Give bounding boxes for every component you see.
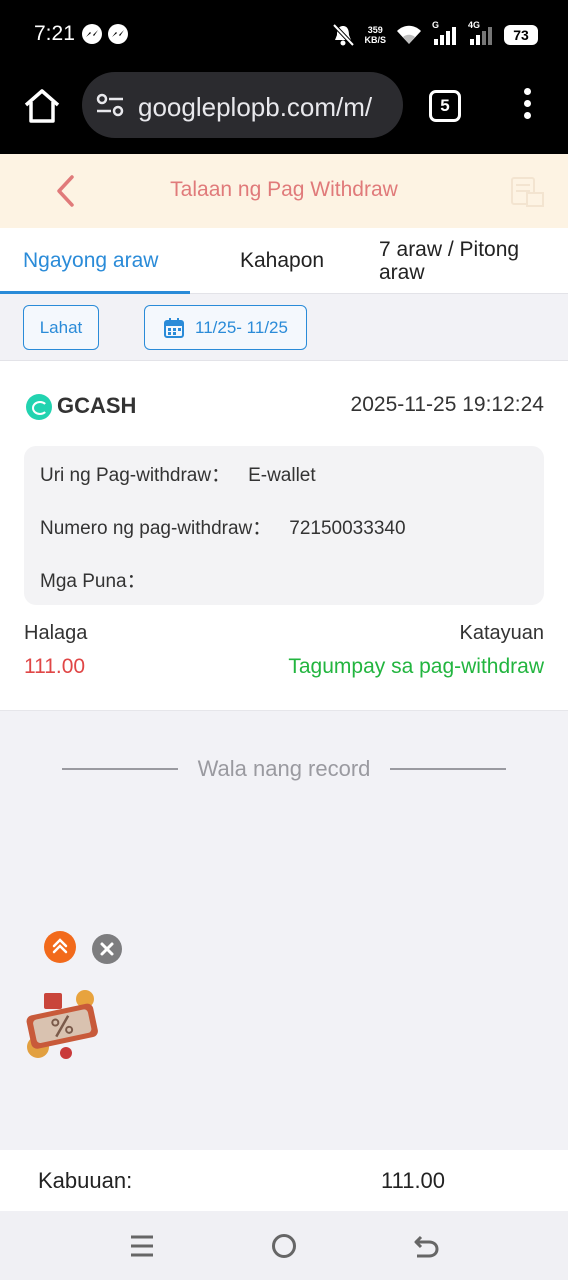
withdraw-number-label: Numero ng pag-withdraw： <box>40 518 272 539</box>
divider <box>390 768 506 770</box>
total-bar: Kabuuan: 111.00 <box>0 1150 568 1211</box>
status-bar: 7:21 359 KB/S G 4G 73 <box>0 0 568 70</box>
browser-toolbar: googleplopb.com/m/ 5 <box>0 70 568 154</box>
signal-1: G <box>432 20 458 46</box>
date-tabs: Ngayong araw Kahapon 7 araw / Pitong ara… <box>0 228 568 294</box>
amount-label: Halaga <box>24 622 88 644</box>
withdraw-type-label: Uri ng Pag-withdraw： <box>40 465 231 486</box>
battery-indicator: 73 <box>504 25 538 45</box>
date-range-picker[interactable]: 11/25- 11/25 <box>144 305 307 350</box>
tab-yesterday[interactable]: Kahapon <box>240 228 324 294</box>
total-value: 111.00 <box>381 1168 446 1193</box>
amount-value: 111.00 <box>24 655 86 678</box>
status-value: Tagumpay sa pag-withdraw <box>288 655 544 678</box>
withdraw-number-value: 72150033340 <box>289 518 406 539</box>
more-menu-icon[interactable] <box>518 88 536 126</box>
address-bar[interactable]: googleplopb.com/m/ <box>82 72 403 138</box>
withdraw-type-value: E-wallet <box>248 465 316 486</box>
record-datetime: 2025-11-25 19:12:24 <box>350 393 544 416</box>
promo-coupon-icon[interactable] <box>20 985 106 1063</box>
wifi-icon <box>397 25 421 44</box>
page-title: Talaan ng Pag Withdraw <box>170 178 398 201</box>
total-label: Kabuuan: <box>38 1168 133 1193</box>
mute-bell-icon <box>333 23 355 47</box>
list-end-indicator: Wala nang record <box>0 753 568 783</box>
withdraw-record-card[interactable]: GCASH 2025-11-25 19:12:24 Uri ng Pag-wit… <box>0 361 568 711</box>
site-settings-icon[interactable] <box>96 93 124 117</box>
tab-seven-days[interactable]: 7 araw / Pitong araw <box>379 228 559 294</box>
withdraw-number-row: Numero ng pag-withdraw： 72150033340 <box>40 513 406 540</box>
home-circle-icon[interactable] <box>269 1231 299 1261</box>
payment-method: GCASH <box>57 393 137 418</box>
filter-row: Lahat 11/25- 11/25 <box>0 294 568 361</box>
record-details: Uri ng Pag-withdraw： E-wallet Numero ng p… <box>24 446 544 605</box>
status-time: 7:21 <box>34 22 75 45</box>
messenger-icon <box>82 24 102 44</box>
home-icon[interactable] <box>22 86 62 126</box>
url-text[interactable]: googleplopb.com/m/ <box>138 92 393 123</box>
page-header: Talaan ng Pag Withdraw <box>0 154 568 228</box>
filter-all-button[interactable]: Lahat <box>23 305 99 350</box>
back-icon[interactable] <box>411 1231 441 1261</box>
network-speed: 359 KB/S <box>364 25 386 45</box>
tab-today[interactable]: Ngayong araw <box>23 228 158 294</box>
withdraw-type-row: Uri ng Pag-withdraw： E-wallet <box>40 460 316 487</box>
status-label: Katayuan <box>459 622 544 644</box>
document-icon[interactable] <box>509 176 545 208</box>
remarks-row: Mga Puna： <box>40 566 164 593</box>
double-chevron-up-icon[interactable] <box>44 931 76 963</box>
gcash-logo-icon <box>26 394 52 420</box>
calendar-icon <box>164 317 185 338</box>
system-nav-bar <box>0 1211 568 1280</box>
signal-2: 4G <box>468 20 494 46</box>
close-icon[interactable] <box>92 934 122 964</box>
recents-icon[interactable] <box>127 1231 157 1261</box>
remarks-label: Mga Puna： <box>40 571 146 592</box>
tab-switcher-button[interactable]: 5 <box>429 90 461 122</box>
messenger-icon <box>108 24 128 44</box>
date-range-text: 11/25- 11/25 <box>195 317 288 337</box>
